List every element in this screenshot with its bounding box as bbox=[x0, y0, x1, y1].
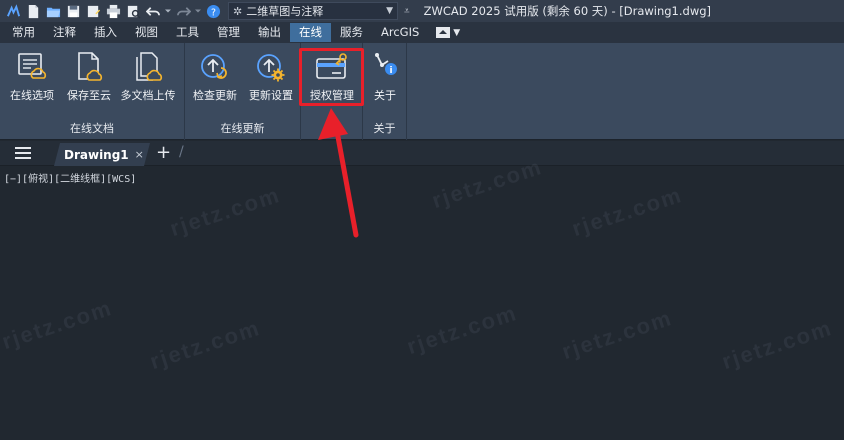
tab-tools[interactable]: 工具 bbox=[167, 23, 208, 42]
watermark-text: rjetz.com bbox=[718, 314, 836, 375]
check-update-label: 检查更新 bbox=[193, 89, 237, 102]
drawing-canvas[interactable]: [−][俯视][二维线框][WCS] rjetz.com rjetz.com r… bbox=[0, 154, 844, 440]
ribbon-minimize-toggle[interactable]: ▼ bbox=[436, 27, 460, 38]
online-options-button[interactable]: 在线选项 bbox=[2, 49, 62, 111]
tab-annotate[interactable]: 注释 bbox=[44, 23, 85, 42]
online-options-label: 在线选项 bbox=[10, 89, 54, 102]
new-tab-button[interactable]: + bbox=[156, 142, 171, 163]
document-tab-label: Drawing1 bbox=[64, 147, 129, 162]
svg-text:i: i bbox=[389, 66, 392, 76]
tab-output[interactable]: 输出 bbox=[249, 23, 290, 42]
undo-icon[interactable] bbox=[144, 2, 162, 20]
annotation-arrow bbox=[318, 108, 359, 238]
panel-online-docs: 在线选项 保存至云 多文档上传 在线文档 bbox=[0, 43, 185, 140]
viewport-controls-label[interactable]: [−][俯视][二维线框][WCS] bbox=[4, 170, 136, 185]
watermark-text: rjetz.com bbox=[568, 181, 686, 242]
customize-toolbar-icon[interactable]: ⩡ bbox=[404, 6, 410, 17]
save-icon[interactable] bbox=[64, 2, 82, 20]
watermark-text: rjetz.com bbox=[166, 181, 284, 242]
chevron-down-icon: ▼ bbox=[386, 6, 393, 16]
gear-icon: ✲ bbox=[233, 4, 243, 18]
document-tab[interactable]: Drawing1 × bbox=[54, 143, 150, 166]
watermark-text: rjetz.com bbox=[146, 314, 264, 375]
watermark-text: rjetz.com bbox=[558, 304, 676, 365]
app-logo-icon[interactable] bbox=[4, 2, 22, 20]
print-preview-icon[interactable] bbox=[124, 2, 142, 20]
update-settings-icon bbox=[251, 49, 291, 85]
ribbon-tab-bar: 常用 注释 插入 视图 工具 管理 输出 在线 服务 ArcGIS ▼ bbox=[0, 22, 844, 43]
watermark-text: rjetz.com bbox=[0, 294, 116, 355]
save-to-cloud-icon bbox=[69, 49, 109, 85]
close-icon[interactable]: × bbox=[135, 148, 144, 161]
tab-manage[interactable]: 管理 bbox=[208, 23, 249, 42]
check-update-button[interactable]: 检查更新 bbox=[185, 49, 245, 111]
multi-doc-upload-label: 多文档上传 bbox=[120, 89, 176, 102]
svg-text:?: ? bbox=[211, 7, 216, 18]
document-tab-bar: Drawing1 × + / bbox=[0, 141, 844, 166]
ribbon: 在线选项 保存至云 多文档上传 在线文档 检查更新 更新设置 在线更新 授权管理… bbox=[0, 43, 844, 140]
redo-icon[interactable] bbox=[174, 2, 192, 20]
ribbon-minimize-icon bbox=[436, 27, 451, 38]
panel-label-online-update: 在线更新 bbox=[220, 122, 265, 135]
multi-doc-upload-icon bbox=[128, 49, 168, 85]
update-settings-button[interactable]: 更新设置 bbox=[241, 49, 301, 111]
check-update-icon bbox=[195, 49, 235, 85]
update-settings-label: 更新设置 bbox=[249, 89, 293, 102]
tab-view[interactable]: 视图 bbox=[126, 23, 167, 42]
quick-access-toolbar: ? bbox=[0, 0, 222, 22]
undo-dropdown-icon[interactable] bbox=[164, 2, 172, 20]
save-to-cloud-button[interactable]: 保存至云 bbox=[59, 49, 119, 111]
workspace-value: 二维草图与注释 bbox=[246, 5, 324, 18]
redo-dropdown-icon[interactable] bbox=[194, 2, 202, 20]
open-folder-icon[interactable] bbox=[44, 2, 62, 20]
tab-service[interactable]: 服务 bbox=[331, 23, 372, 42]
help-icon[interactable]: ? bbox=[204, 2, 222, 20]
workspace-select[interactable]: ✲ 二维草图与注释 ▼ bbox=[228, 2, 398, 20]
tab-separator: / bbox=[179, 144, 184, 160]
highlight-box bbox=[299, 48, 364, 106]
new-file-icon[interactable] bbox=[24, 2, 42, 20]
save-to-cloud-label: 保存至云 bbox=[67, 89, 111, 102]
tab-insert[interactable]: 插入 bbox=[85, 23, 126, 42]
multi-doc-upload-button[interactable]: 多文档上传 bbox=[118, 49, 178, 111]
tab-home[interactable]: 常用 bbox=[3, 23, 44, 42]
panel-online-update: 检查更新 更新设置 在线更新 bbox=[185, 43, 301, 140]
watermark-text: rjetz.com bbox=[403, 299, 521, 360]
tab-online[interactable]: 在线 bbox=[290, 23, 331, 42]
about-icon: i bbox=[365, 49, 405, 85]
online-options-icon bbox=[12, 49, 52, 85]
panel-label-online-docs: 在线文档 bbox=[70, 122, 114, 135]
hamburger-menu-icon[interactable] bbox=[15, 147, 31, 159]
app-title: ZWCAD 2025 试用版 (剩余 60 天) - [Drawing1.dwg… bbox=[423, 4, 712, 18]
save-as-icon[interactable] bbox=[84, 2, 102, 20]
title-bar: ? ✲ 二维草图与注释 ▼ ⩡ ZWCAD 2025 试用版 (剩余 60 天)… bbox=[0, 0, 844, 22]
chevron-down-icon: ▼ bbox=[453, 27, 461, 38]
tab-arcgis[interactable]: ArcGIS bbox=[372, 23, 428, 42]
print-icon[interactable] bbox=[104, 2, 122, 20]
